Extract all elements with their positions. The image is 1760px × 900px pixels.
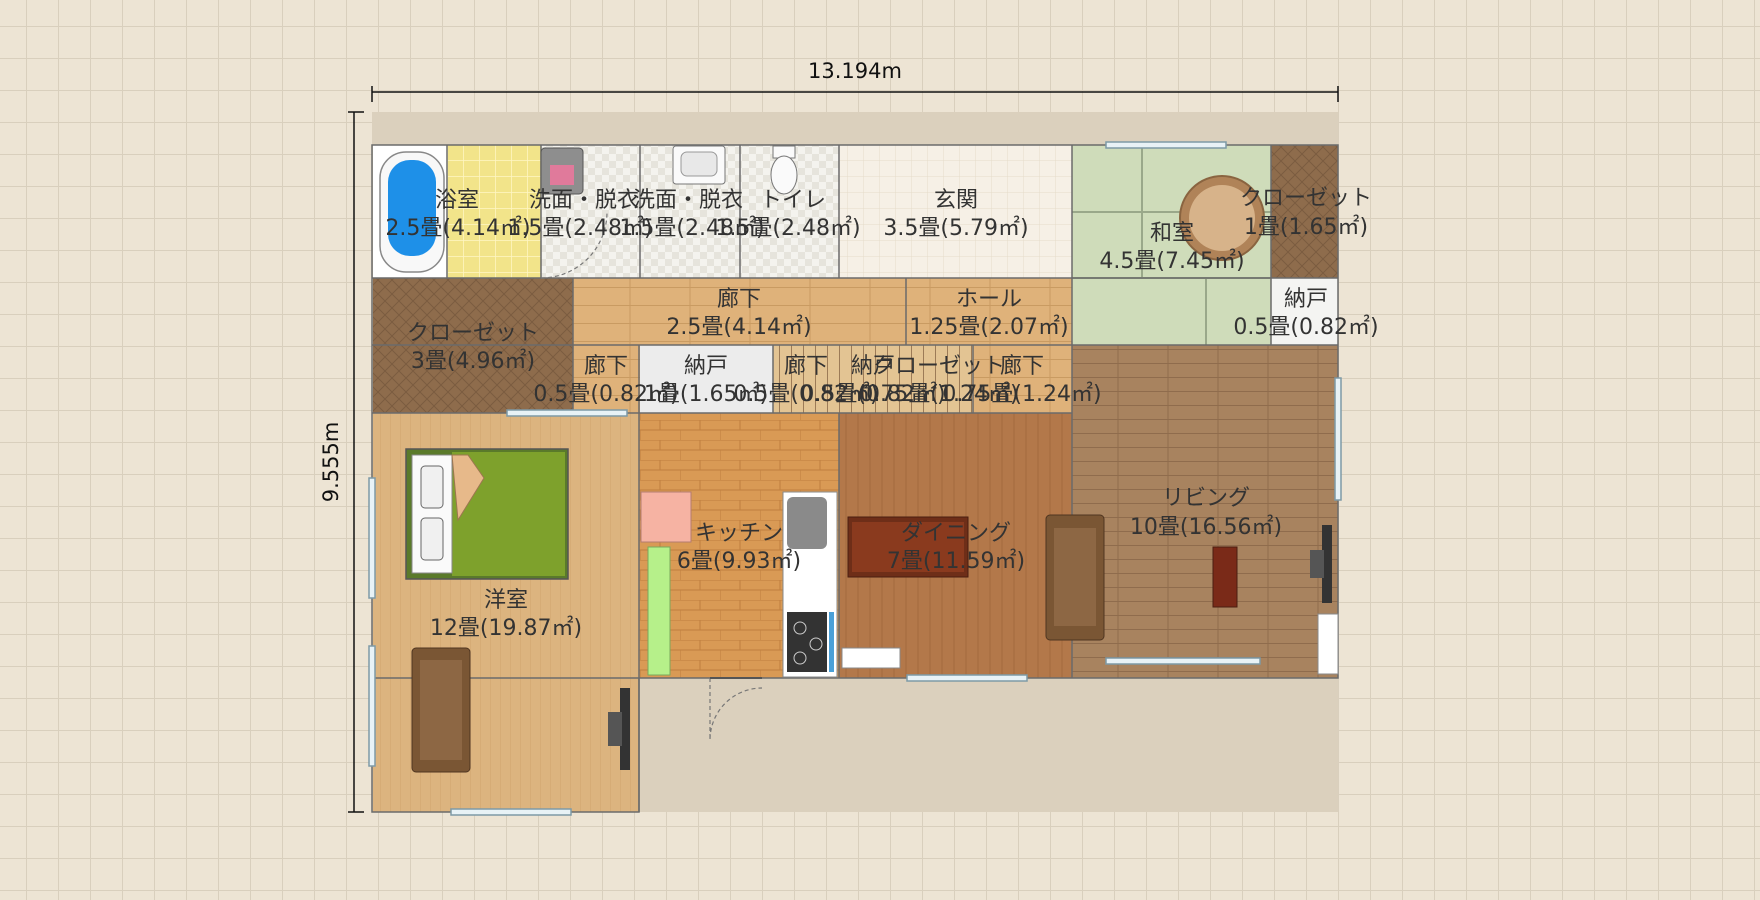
- svg-text:6畳(9.93㎡): 6畳(9.93㎡): [677, 548, 801, 574]
- coffee-table-icon: [1212, 546, 1238, 608]
- svg-text:洋室: 洋室: [484, 588, 528, 613]
- height-label: 9.555m: [319, 422, 343, 503]
- side-cabinet-icon: [1317, 613, 1339, 675]
- svg-text:リビング: リビング: [1162, 486, 1250, 511]
- svg-text:0.5畳(0.82㎡): 0.5畳(0.82㎡): [1233, 314, 1378, 340]
- svg-text:廊下: 廊下: [717, 287, 761, 312]
- svg-text:10畳(16.56㎡): 10畳(16.56㎡): [1130, 514, 1282, 540]
- svg-text:1畳(1.65㎡): 1畳(1.65㎡): [1244, 214, 1368, 240]
- svg-text:納戸: 納戸: [1284, 287, 1328, 312]
- svg-text:キッチン: キッチン: [695, 521, 783, 546]
- window: [1105, 141, 1227, 149]
- shelf-icon: [647, 546, 671, 676]
- sofa-icon: [411, 647, 471, 773]
- svg-text:ホール: ホール: [956, 287, 1022, 312]
- width-label: 13.194m: [808, 59, 902, 83]
- svg-text:トイレ: トイレ: [760, 188, 826, 213]
- window: [1105, 657, 1261, 665]
- svg-text:3.5畳(5.79㎡): 3.5畳(5.79㎡): [883, 215, 1028, 241]
- window: [368, 477, 376, 599]
- svg-text:納戸: 納戸: [684, 354, 728, 379]
- svg-text:和室: 和室: [1150, 221, 1194, 246]
- svg-text:7畳(11.59㎡): 7畳(11.59㎡): [887, 548, 1025, 574]
- svg-text:12畳(19.87㎡): 12畳(19.87㎡): [430, 615, 582, 641]
- svg-text:クローゼット: クローゼット: [1240, 186, 1372, 211]
- height-dimension: 9.555m: [319, 111, 364, 813]
- cabinet-icon: [841, 647, 901, 669]
- window: [1334, 377, 1342, 501]
- svg-text:廊下: 廊下: [584, 354, 628, 379]
- kitchen-counter-icon: [782, 491, 838, 678]
- floor-plan: 13.194m 9.555m 浴室 2.5畳(4.14㎡) 洗面・脱衣 1.5畳…: [319, 59, 1379, 816]
- svg-text:ダイニング: ダイニング: [901, 521, 1011, 546]
- bed-icon: [405, 448, 569, 580]
- svg-text:洗面・脱衣: 洗面・脱衣: [633, 188, 743, 213]
- svg-text:玄関: 玄関: [934, 188, 978, 213]
- window: [506, 409, 628, 417]
- room-floor-closet-tr: [1271, 145, 1338, 278]
- toilet-icon: [770, 145, 798, 195]
- svg-text:0.75畳(1.24㎡): 0.75畳(1.24㎡): [942, 381, 1101, 407]
- window: [368, 645, 376, 767]
- width-dimension: 13.194m: [371, 59, 1339, 102]
- svg-text:1.5畳(2.48㎡): 1.5畳(2.48㎡): [715, 215, 860, 241]
- svg-text:1.25畳(2.07㎡): 1.25畳(2.07㎡): [909, 314, 1068, 340]
- svg-text:廊下: 廊下: [1000, 354, 1044, 379]
- svg-text:洗面・脱衣: 洗面・脱衣: [529, 188, 639, 213]
- svg-text:4.5畳(7.45㎡): 4.5畳(7.45㎡): [1099, 248, 1244, 274]
- svg-text:3畳(4.96㎡): 3畳(4.96㎡): [411, 348, 535, 374]
- window: [906, 674, 1028, 682]
- svg-text:浴室: 浴室: [435, 188, 479, 213]
- svg-text:2.5畳(4.14㎡): 2.5畳(4.14㎡): [666, 314, 811, 340]
- living-sofa-icon: [1045, 514, 1105, 641]
- svg-text:クローゼット: クローゼット: [407, 321, 539, 346]
- svg-text:クローゼット: クローゼット: [873, 354, 1005, 379]
- refrigerator-icon: [640, 491, 692, 543]
- window: [450, 808, 572, 816]
- svg-text:廊下: 廊下: [784, 354, 828, 379]
- room-floor-living: [1072, 345, 1338, 678]
- washbasin-icon: [672, 145, 726, 185]
